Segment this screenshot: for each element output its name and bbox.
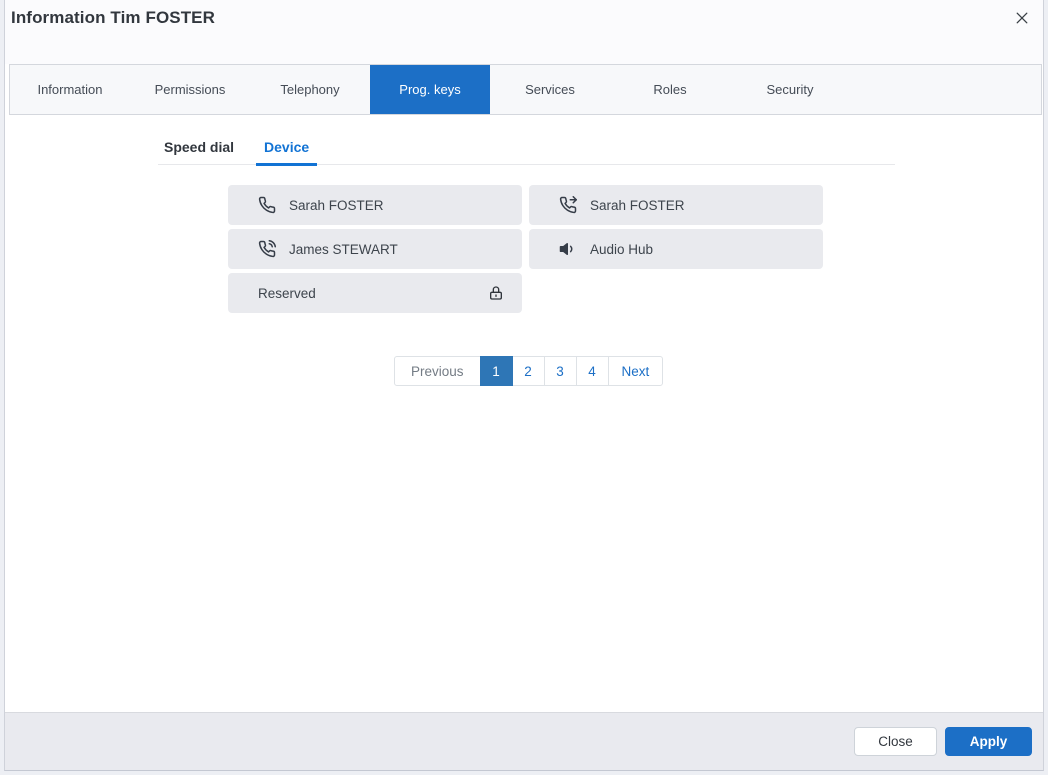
pagination-page-4[interactable]: 4: [576, 356, 609, 386]
pagination-next[interactable]: Next: [608, 356, 664, 386]
pagination-page-2[interactable]: 2: [512, 356, 545, 386]
prog-key-label: Sarah FOSTER: [289, 198, 384, 213]
tab-roles[interactable]: Roles: [610, 65, 730, 114]
pagination: Previous 1 2 3 4 Next: [394, 356, 663, 386]
pagination-previous[interactable]: Previous: [394, 356, 481, 386]
lock-icon: [488, 285, 504, 301]
phone-call-icon: [258, 240, 276, 258]
prog-key-audio-hub[interactable]: Audio Hub: [529, 229, 823, 269]
prog-key-sarah-foster-2[interactable]: Sarah FOSTER: [529, 185, 823, 225]
modal-title: Information Tim FOSTER: [11, 8, 215, 28]
tab-information[interactable]: Information: [10, 65, 130, 114]
prog-key-label: Reserved: [258, 286, 316, 301]
apply-button[interactable]: Apply: [945, 727, 1032, 756]
close-button[interactable]: Close: [854, 727, 937, 756]
tab-prog-keys[interactable]: Prog. keys: [370, 65, 490, 114]
modal-footer: Close Apply: [5, 712, 1043, 770]
tab-services[interactable]: Services: [490, 65, 610, 114]
subtab-speed-dial[interactable]: Speed dial: [162, 132, 236, 164]
user-info-modal: Information Tim FOSTER Information Permi…: [4, 0, 1044, 771]
modal-header: Information Tim FOSTER: [5, 0, 1043, 64]
prog-key-sarah-foster-1[interactable]: Sarah FOSTER: [228, 185, 522, 225]
phone-forwarded-icon: [559, 196, 577, 214]
phone-icon: [258, 196, 276, 214]
close-icon[interactable]: [1011, 7, 1033, 29]
tab-telephony[interactable]: Telephony: [250, 65, 370, 114]
pagination-page-3[interactable]: 3: [544, 356, 577, 386]
volume-icon: [559, 240, 577, 258]
prog-key-reserved[interactable]: Reserved: [228, 273, 522, 313]
prog-key-label: James STEWART: [289, 242, 398, 257]
prog-key-label: Sarah FOSTER: [590, 198, 685, 213]
tab-permissions[interactable]: Permissions: [130, 65, 250, 114]
subtab-bar: Speed dial Device: [158, 132, 895, 165]
subtab-device[interactable]: Device: [262, 132, 311, 164]
prog-key-james-stewart[interactable]: James STEWART: [228, 229, 522, 269]
prog-key-label: Audio Hub: [590, 242, 653, 257]
prog-keys-grid: Sarah FOSTER Sarah FOSTER James STEWART: [228, 185, 823, 313]
pagination-page-1[interactable]: 1: [480, 356, 513, 386]
tab-bar: Information Permissions Telephony Prog. …: [9, 64, 1042, 115]
tab-security[interactable]: Security: [730, 65, 850, 114]
